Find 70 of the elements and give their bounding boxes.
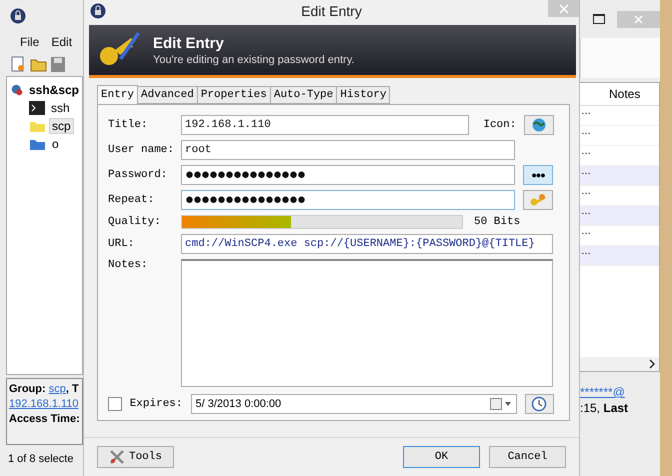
title-field[interactable]: 192.168.1.110 (181, 115, 470, 135)
user-name-field[interactable]: root (181, 140, 515, 160)
folder-icon[interactable] (30, 56, 47, 72)
terminal-icon (29, 101, 45, 115)
globe-icon (531, 118, 548, 132)
tools-button[interactable]: Tools (97, 446, 174, 468)
lock-icon (90, 3, 106, 19)
table-cell: … (581, 166, 591, 177)
field-label: Quality: (108, 216, 162, 228)
table-cell: … (581, 186, 591, 197)
repeat-field[interactable]: ●●●●●●●●●●●●●●● (181, 190, 515, 210)
key-icon (529, 193, 547, 207)
info-text: :15, Last (580, 401, 628, 415)
table-cell: … (581, 106, 591, 117)
tree-item[interactable]: scp (49, 118, 74, 134)
cancel-button[interactable]: Cancel (489, 446, 566, 468)
tab[interactable]: Entry (97, 85, 138, 104)
window-title: Edit Entry (301, 3, 362, 19)
close-icon (558, 4, 568, 14)
tree-item[interactable]: o (49, 136, 62, 152)
database-icon (11, 82, 23, 98)
banner-title: Edit Entry (153, 34, 225, 52)
tab[interactable]: Properties (196, 86, 271, 104)
tree-item[interactable]: ssh (48, 100, 73, 116)
status-bar-text: 1 of 8 selecte (7, 452, 74, 465)
field-label: Title: (108, 119, 149, 131)
save-icon[interactable] (51, 56, 65, 72)
field-label: User name: (108, 144, 173, 156)
password-field[interactable]: ●●●●●●●●●●●●●●● (181, 165, 515, 185)
clock-icon (531, 396, 548, 412)
title-link[interactable]: 192.168.1.110 (9, 398, 79, 410)
field-label: Notes: (108, 259, 149, 271)
calendar-dropdown-icon[interactable] (490, 398, 512, 410)
tree-item[interactable]: ssh&scp (26, 82, 82, 98)
field-label: Repeat: (108, 194, 156, 206)
show-password-button[interactable]: ●●● (523, 165, 553, 185)
table-cell: … (581, 206, 591, 217)
new-file-icon[interactable] (10, 56, 26, 72)
menu-item[interactable]: Edit (51, 35, 72, 49)
info-text: , T (66, 383, 79, 395)
expires-checkbox[interactable] (108, 397, 122, 411)
tab[interactable]: Advanced (137, 86, 198, 104)
field-label: Password: (108, 169, 168, 181)
banner-subtitle: You're editing an existing password entry. (153, 54, 354, 66)
table-cell: … (581, 146, 591, 157)
tab[interactable]: History (336, 86, 390, 104)
ok-button[interactable]: OK (403, 446, 480, 468)
generate-button[interactable] (523, 190, 553, 210)
tab[interactable]: Auto-Type (270, 86, 338, 104)
table-cell: … (581, 126, 591, 137)
menu-item[interactable]: File (20, 35, 40, 49)
table-cell: … (581, 226, 591, 237)
column-header[interactable]: Notes (609, 87, 640, 101)
table-cell: … (581, 246, 591, 257)
access-time-label: Access Time: (9, 413, 80, 425)
link[interactable]: *******@ (580, 385, 625, 399)
field-label: Icon: (483, 119, 516, 131)
group-link[interactable]: scp (48, 383, 66, 395)
group-label: Group: (9, 383, 46, 395)
notes-field[interactable] (181, 259, 553, 387)
lock-icon (10, 8, 26, 24)
maximize-icon[interactable] (593, 14, 605, 24)
field-label: Expires: (130, 398, 183, 410)
field-label: URL: (108, 238, 136, 250)
expiry-date-field[interactable]: 5/ 3/2013 0:00:00 (190, 394, 517, 414)
icon-button[interactable] (524, 115, 554, 135)
quality-reading: 50 Bits (474, 216, 520, 228)
expiry-preset-button[interactable] (524, 394, 554, 414)
tools-icon (108, 450, 127, 464)
url-field[interactable]: cmd://WinSCP4.exe scp://{USERNAME}:{PASSWORD}@{TITLE} (181, 234, 553, 254)
